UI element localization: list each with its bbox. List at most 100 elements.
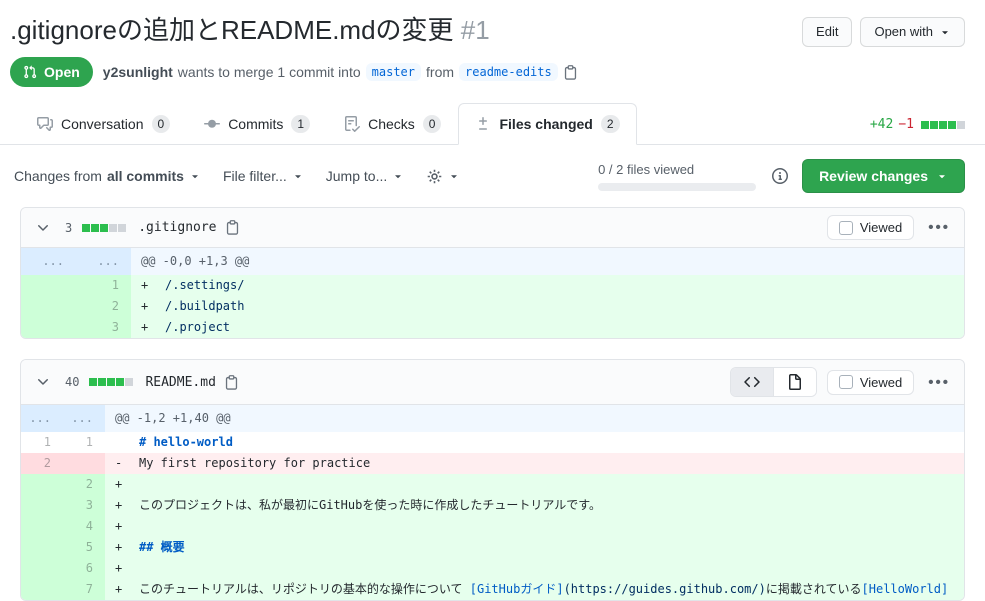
head-branch-label[interactable]: readme-edits	[459, 63, 558, 81]
line-number-old[interactable]	[21, 537, 63, 558]
viewed-toggle-button[interactable]: Viewed	[827, 370, 914, 395]
diffstat-block-add	[107, 378, 115, 386]
open-with-button[interactable]: Open with	[860, 17, 965, 47]
diff-line-row: 1+/.settings/	[21, 275, 964, 296]
line-number-new[interactable]: 1	[76, 275, 131, 296]
diff-line-row: 3+このプロジェクトは、私が最初にGitHubを使った時に作成したチュートリアル…	[21, 495, 964, 516]
diff-sign: +	[141, 296, 165, 317]
pr-title-text: .gitignoreの追加とREADME.mdの変更	[10, 15, 454, 45]
code-line: # hello-world	[105, 432, 964, 453]
code-line: +## 概要	[105, 537, 964, 558]
diff-sign: +	[141, 317, 165, 338]
line-number-new[interactable]: 5	[63, 537, 105, 558]
file-card-readme-md: 40README.mdViewed•••......@@ -1,2 +1,40 …	[20, 359, 965, 601]
copy-path-button[interactable]	[225, 220, 240, 235]
line-number-old[interactable]	[21, 579, 63, 600]
copy-path-button[interactable]	[224, 375, 239, 390]
line-number-new[interactable]: 3	[76, 317, 131, 338]
line-number-old[interactable]	[21, 317, 76, 338]
line-number-old[interactable]: 1	[21, 432, 63, 453]
copy-branch-button[interactable]	[563, 65, 578, 80]
source-diff-button[interactable]	[731, 368, 773, 396]
author-link[interactable]: y2sunlight	[103, 64, 173, 80]
line-number-old[interactable]	[21, 296, 76, 317]
hunk-gutter-old[interactable]: ...	[21, 405, 63, 432]
file-options-kebab-button[interactable]: •••	[924, 372, 954, 393]
jump-to-dropdown[interactable]: Jump to...	[326, 168, 404, 184]
pr-page: .gitignoreの追加とREADME.mdの変更 #1 Edit Open …	[0, 0, 985, 601]
diffstat-blocks	[921, 121, 965, 129]
line-number-old[interactable]	[21, 275, 76, 296]
diffstat-deletions: −1	[898, 117, 914, 132]
git-commit-icon	[204, 116, 220, 132]
tab-files-changed[interactable]: Files changed2	[458, 103, 636, 145]
changes-from-dropdown[interactable]: Changes from all commits	[14, 168, 201, 184]
clipboard-icon	[225, 220, 240, 235]
file-name[interactable]: .gitignore	[138, 220, 216, 235]
diff-sign: +	[115, 579, 139, 600]
tab-counter: 1	[291, 115, 310, 133]
file-name[interactable]: README.md	[145, 375, 215, 390]
tab-conversation[interactable]: Conversation0	[20, 103, 187, 145]
code-segment: このプロジェクトは、私が最初にGitHubを使った時に作成したチュートリアルです…	[139, 498, 601, 512]
diffstat-block-add	[98, 378, 106, 386]
line-number-new[interactable]: 2	[76, 296, 131, 317]
diff-sign: +	[115, 474, 139, 495]
line-number-new[interactable]	[63, 453, 105, 474]
pr-state-label: Open	[44, 63, 80, 81]
diff-line-row: 5+## 概要	[21, 537, 964, 558]
line-number-old[interactable]	[21, 558, 63, 579]
hunk-gutter-new[interactable]: ...	[63, 405, 105, 432]
tab-commits[interactable]: Commits1	[187, 103, 327, 145]
files-viewed-progress: 0 / 2 files viewed	[598, 161, 756, 191]
line-number-old[interactable]	[21, 516, 63, 537]
git-pull-request-icon	[23, 65, 37, 79]
viewed-checkbox[interactable]	[839, 221, 853, 235]
diff-settings-dropdown[interactable]	[426, 168, 460, 185]
code-line: +/.settings/	[131, 275, 964, 296]
file-header: 3.gitignoreViewed•••	[21, 208, 964, 248]
file-filter-dropdown[interactable]: File filter...	[223, 168, 304, 184]
line-number-new[interactable]: 1	[63, 432, 105, 453]
line-number-new[interactable]: 2	[63, 474, 105, 495]
diff-line-row: 11# hello-world	[21, 432, 964, 453]
diff-sign: +	[141, 275, 165, 296]
checklist-icon	[344, 116, 360, 132]
diff-line-row: 2-My first repository for practice	[21, 453, 964, 474]
file-options-kebab-button[interactable]: •••	[924, 217, 954, 238]
line-number-new[interactable]: 3	[63, 495, 105, 516]
viewed-label: Viewed	[860, 375, 902, 390]
rich-diff-button[interactable]	[773, 368, 816, 396]
code-line: +このプロジェクトは、私が最初にGitHubを使った時に作成したチュートリアルで…	[105, 495, 964, 516]
line-number-new[interactable]: 4	[63, 516, 105, 537]
pr-tabs: Conversation0Commits1Checks0Files change…	[0, 103, 985, 145]
code-segment: /.buildpath	[165, 299, 244, 313]
hunk-gutter-new[interactable]: ...	[76, 248, 131, 275]
line-number-old[interactable]: 2	[21, 453, 63, 474]
review-changes-button[interactable]: Review changes	[802, 159, 965, 193]
file-card-gitignore: 3 .gitignore Viewed ••• ......@@ -0,0 +1,3 @…	[20, 207, 965, 339]
collapse-file-button[interactable]	[31, 216, 55, 240]
line-number-new[interactable]: 7	[63, 579, 105, 600]
diff-toolbar: Changes from all commits File filter... …	[0, 145, 985, 207]
caret-down-icon	[448, 170, 460, 182]
base-branch-label[interactable]: master	[366, 63, 421, 81]
diff-sign: +	[115, 495, 139, 516]
files-viewed-progress-bar	[598, 183, 756, 191]
viewed-toggle-button[interactable]: Viewed	[827, 215, 914, 240]
collapse-file-button[interactable]	[31, 370, 55, 394]
code-segment: [HelloWorld]	[862, 582, 949, 596]
line-number-new[interactable]: 6	[63, 558, 105, 579]
info-icon[interactable]	[772, 168, 788, 184]
diff-hunk-row: ......@@ -0,0 +1,3 @@	[21, 248, 964, 275]
line-number-old[interactable]	[21, 495, 63, 516]
code-segment: My first repository for practice	[139, 456, 370, 470]
code-segment: [GitHubガイド]	[470, 582, 564, 596]
pr-number: #1	[461, 15, 490, 45]
viewed-checkbox[interactable]	[839, 375, 853, 389]
hunk-gutter-old[interactable]: ...	[21, 248, 76, 275]
gear-icon	[426, 168, 443, 185]
tab-checks[interactable]: Checks0	[327, 103, 458, 145]
edit-button[interactable]: Edit	[802, 17, 852, 47]
line-number-old[interactable]	[21, 474, 63, 495]
